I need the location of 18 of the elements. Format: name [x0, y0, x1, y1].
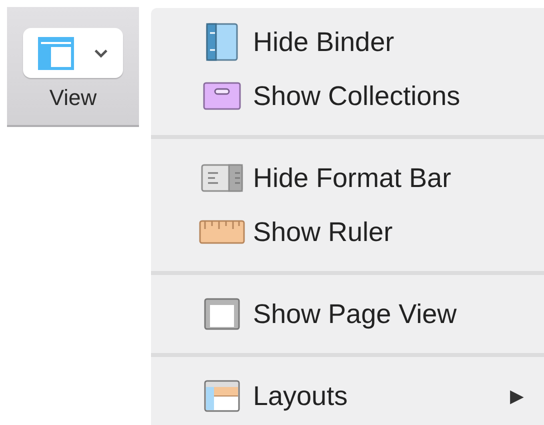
menu-item[interactable]: Show Page View	[151, 287, 544, 341]
chevron-down-icon	[94, 48, 108, 58]
toolbar-button[interactable]: View	[7, 7, 139, 127]
view-dropdown[interactable]	[23, 28, 123, 78]
view-label: View	[49, 87, 97, 109]
submenu-arrow-icon: ▶	[510, 382, 524, 410]
menu-item[interactable]: Layouts ▶	[151, 369, 544, 423]
menu-item[interactable]: Hide Binder	[151, 15, 544, 69]
layout-icon	[204, 380, 240, 412]
format-bar-icon	[201, 164, 243, 192]
ruler-icon	[199, 220, 245, 244]
binder-icon	[206, 23, 238, 61]
menu-item[interactable]: Show Ruler	[151, 205, 544, 259]
menu-item[interactable]: Show Collections	[151, 69, 544, 123]
layout-icon	[38, 36, 74, 70]
box-icon	[203, 82, 241, 110]
menu-item[interactable]: Hide Format Bar	[151, 151, 544, 205]
page-view-icon	[204, 298, 240, 330]
